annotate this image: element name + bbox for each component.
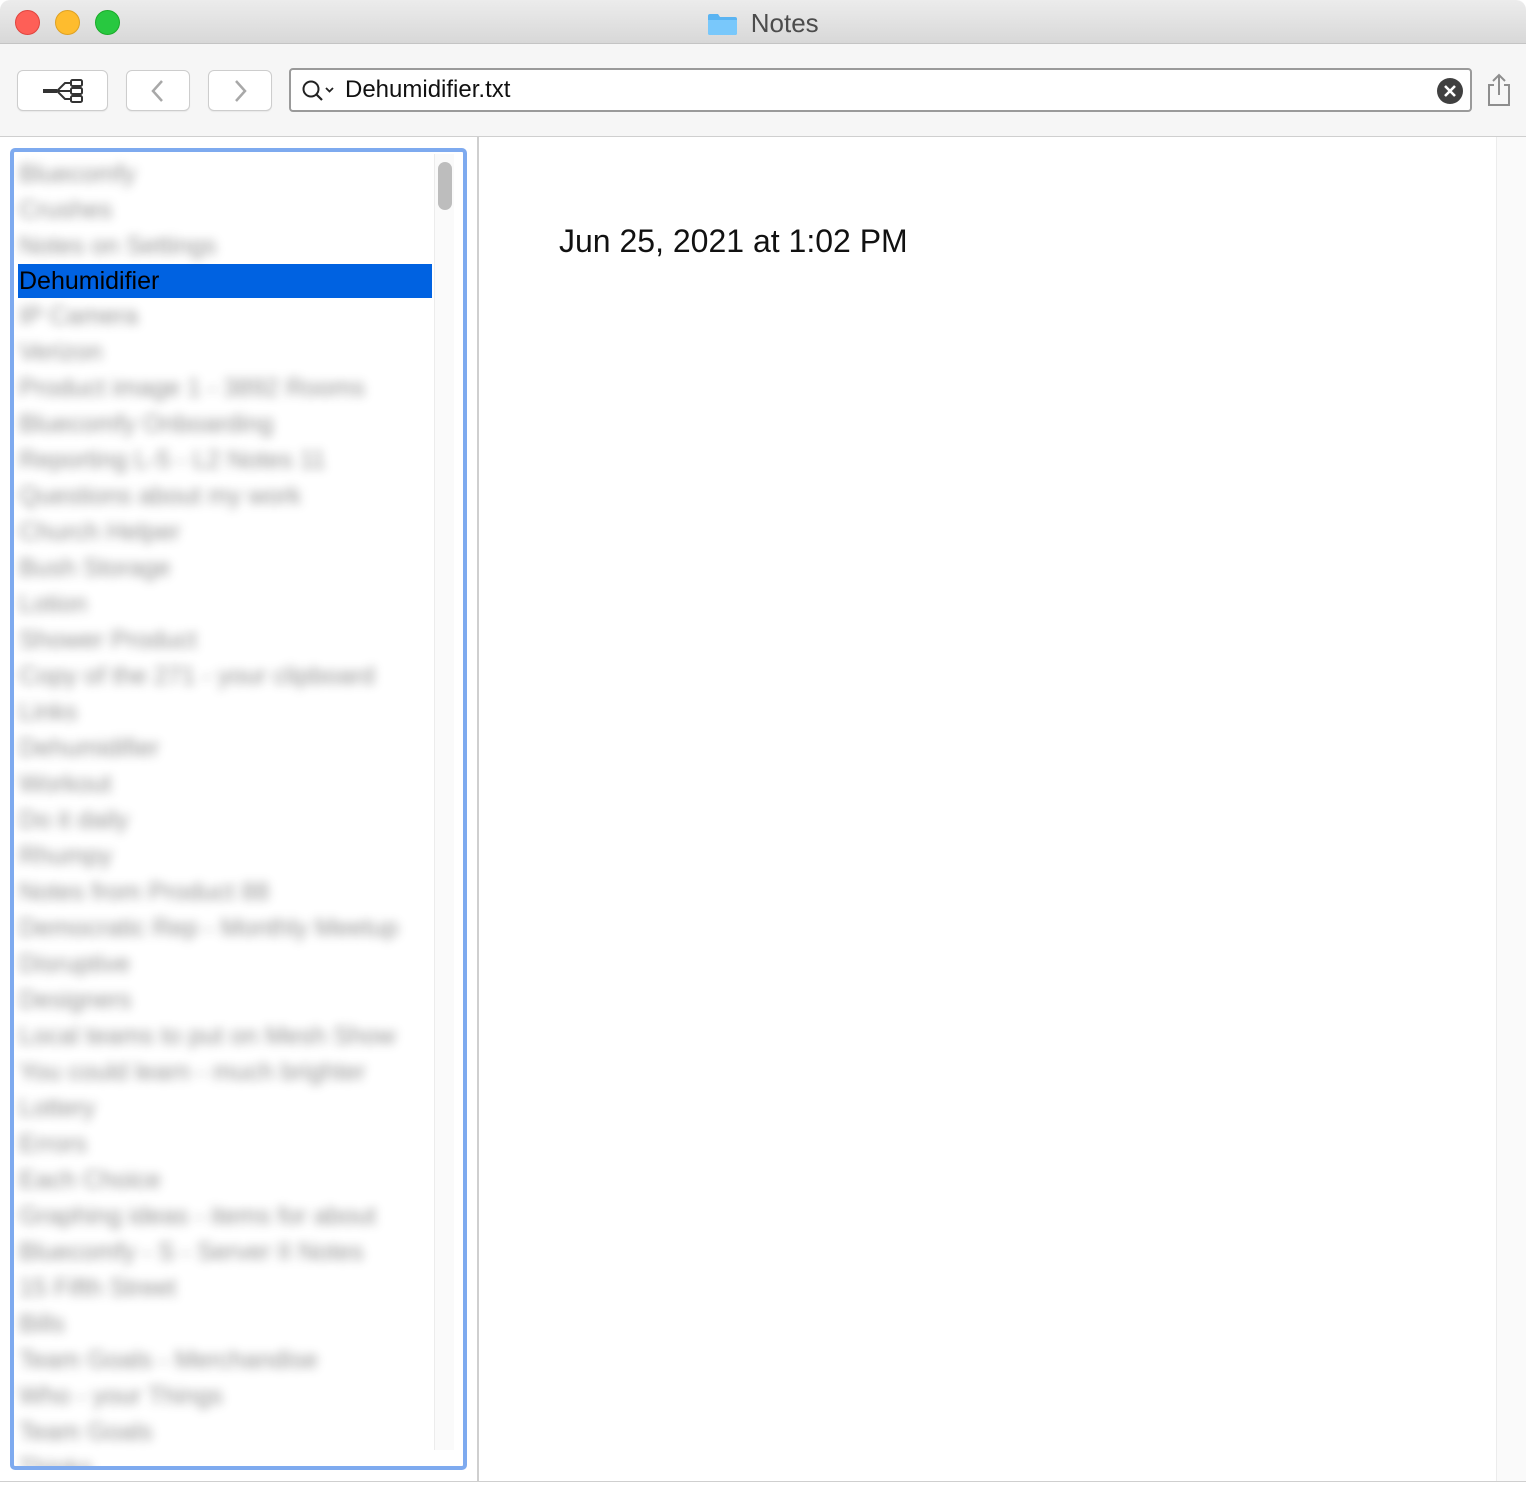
list-item[interactable]: Shower Product (18, 622, 432, 658)
content-scrollbar-track[interactable] (1496, 137, 1526, 1482)
list-item[interactable]: Local teams to put on Mesh Show (18, 1018, 432, 1054)
list-item[interactable]: Graphing ideas - items for about (18, 1198, 432, 1234)
list-item[interactable]: Lottery (18, 1090, 432, 1126)
notes-list[interactable]: Bluecomfy Crushes Notes on Settings Dehumid… (18, 156, 432, 1466)
list-item[interactable]: Church Helper (18, 514, 432, 550)
share-icon[interactable] (1485, 72, 1513, 108)
list-item[interactable]: Errors (18, 1126, 432, 1162)
search-input[interactable] (345, 75, 1405, 105)
list-item[interactable]: Disruptive (18, 946, 432, 982)
list-item[interactable]: 15 Fifth Street (18, 1270, 432, 1306)
list-item[interactable]: Each Choice (18, 1162, 432, 1198)
folder-icon (708, 13, 738, 35)
list-item[interactable]: Bluecomfy - S - Server II Notes (18, 1234, 432, 1270)
list-item[interactable]: Notes on Settings (18, 228, 432, 264)
list-item[interactable]: Crushes (18, 192, 432, 228)
list-item[interactable]: Lotion (18, 586, 432, 622)
chevron-right-icon (235, 79, 247, 102)
list-item[interactable]: Product image 1 - 3892 Rooms (18, 370, 432, 406)
search-icon[interactable] (301, 79, 337, 103)
window-title: Notes (750, 8, 819, 38)
scrollbar-track[interactable] (434, 154, 454, 1450)
list-item[interactable]: Links (18, 694, 432, 730)
list-item[interactable]: Rhumpy (18, 838, 432, 874)
list-item[interactable]: Do it daily (18, 802, 432, 838)
title-bar[interactable]: Notes (0, 0, 1526, 44)
list-item[interactable]: Who - your Things (18, 1378, 432, 1414)
list-item[interactable]: Verizon (18, 334, 432, 370)
window-title-group: Notes (0, 8, 1526, 39)
note-content-pane[interactable]: Jun 25, 2021 at 1:02 PM (479, 137, 1496, 1482)
list-item[interactable]: Copy of the 271 - your clipboard (18, 658, 432, 694)
coverflow-view-button[interactable] (17, 70, 108, 111)
list-item[interactable]: Bluecomfy (18, 156, 432, 192)
coverflow-icon (42, 78, 83, 103)
list-item[interactable]: Team Goals - Merchandise (18, 1342, 432, 1378)
toolbar (0, 44, 1526, 137)
notes-window: Notes Dehumidifier.txt Bluecomfy Crushes… (0, 0, 1526, 1498)
list-item[interactable]: IP Camera (18, 298, 432, 334)
list-item[interactable]: Bluecomfy Onboarding (18, 406, 432, 442)
list-item[interactable]: Reporting L-5 - L2 Notes 11 (18, 442, 432, 478)
list-item[interactable]: Bush Storage (18, 550, 432, 586)
list-item[interactable]: Workout (18, 766, 432, 802)
clear-icon[interactable] (1436, 77, 1464, 105)
list-item[interactable]: Dehumidifier (18, 730, 432, 766)
list-item-selected[interactable]: Dehumidifier (18, 264, 432, 298)
forward-button[interactable] (208, 70, 272, 111)
search-field[interactable] (289, 68, 1472, 112)
back-button[interactable] (126, 70, 190, 111)
list-item[interactable]: Questions about my work (18, 478, 432, 514)
list-item[interactable]: Thinks (18, 1450, 432, 1466)
window-bottom-edge (0, 1481, 1526, 1498)
list-item[interactable]: Designers (18, 982, 432, 1018)
list-item[interactable]: You could learn - much brighter (18, 1054, 432, 1090)
scrollbar-thumb[interactable] (438, 162, 452, 210)
list-item[interactable]: Notes from Product 88 (18, 874, 432, 910)
notes-list-panel[interactable]: Bluecomfy Crushes Notes on Settings Dehumid… (10, 148, 467, 1470)
list-item[interactable]: Bills (18, 1306, 432, 1342)
chevron-left-icon (151, 79, 163, 102)
note-timestamp: Jun 25, 2021 at 1:02 PM (559, 223, 908, 259)
list-item[interactable]: Democratic Rep - Monthly Meetup (18, 910, 432, 946)
list-item[interactable]: Team Goals (18, 1414, 432, 1450)
